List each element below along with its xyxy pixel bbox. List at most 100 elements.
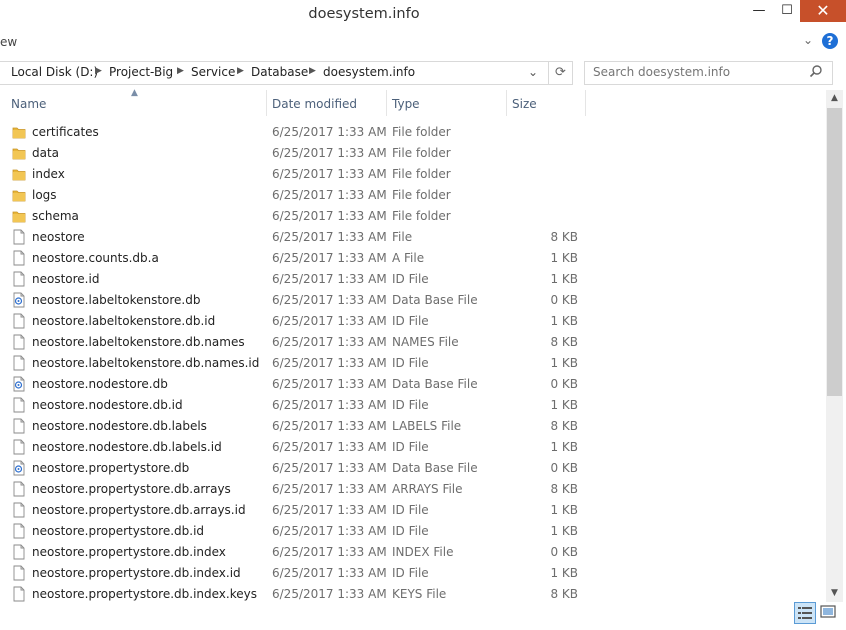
file-type: File folder: [392, 146, 451, 160]
file-size: 1 KB: [550, 314, 578, 328]
file-size: 8 KB: [550, 482, 578, 496]
file-size: 1 KB: [550, 251, 578, 265]
file-row[interactable]: neostore.nodestore.db 6/25/2017 1:33 AM Da…: [0, 374, 590, 395]
file-date-modified: 6/25/2017 1:33 AM: [272, 440, 387, 454]
file-icon: [12, 439, 26, 455]
file-name: neostore.propertystore.db.index.id: [32, 566, 241, 580]
file-name: neostore.propertystore.db.id: [32, 524, 205, 538]
file-row[interactable]: neostore.id 6/25/2017 1:33 AM ID File 1 KB: [0, 269, 590, 290]
large-icons-view-button[interactable]: [818, 602, 838, 622]
file-size: 8 KB: [550, 587, 578, 601]
column-header-size[interactable]: Size: [512, 97, 537, 111]
file-row[interactable]: neostore.propertystore.db.id 6/25/2017 1:…: [0, 521, 590, 542]
address-bar[interactable]: Local Disk (D:) ▶ Project-Big ▶ Service …: [0, 61, 549, 85]
breadcrumb-separator-icon[interactable]: ▶: [309, 66, 316, 76]
folder-icon: [12, 124, 26, 140]
file-size: 0 KB: [550, 377, 578, 391]
file-row[interactable]: neostore.labeltokenstore.db 6/25/2017 1:3…: [0, 290, 590, 311]
file-name: neostore.propertystore.db.index: [32, 545, 226, 559]
file-row[interactable]: logs 6/25/2017 1:33 AM File folder: [0, 185, 590, 206]
column-divider[interactable]: [585, 90, 586, 116]
file-name: neostore.nodestore.db: [32, 377, 168, 391]
folder-icon: [12, 187, 26, 203]
file-row[interactable]: certificates 6/25/2017 1:33 AM File folder: [0, 122, 590, 143]
file-date-modified: 6/25/2017 1:33 AM: [272, 167, 387, 181]
maximize-button[interactable]: ☐: [772, 0, 802, 22]
breadcrumb-database[interactable]: Database: [251, 65, 308, 79]
file-size: 8 KB: [550, 230, 578, 244]
help-icon[interactable]: ?: [822, 33, 838, 49]
file-type: File: [392, 230, 413, 244]
file-row[interactable]: schema 6/25/2017 1:33 AM File folder: [0, 206, 590, 227]
file-row[interactable]: data 6/25/2017 1:33 AM File folder: [0, 143, 590, 164]
file-size: 8 KB: [550, 335, 578, 349]
breadcrumb-current-folder[interactable]: doesystem.info: [323, 65, 415, 79]
file-row[interactable]: neostore.propertystore.db.index 6/25/2017…: [0, 542, 590, 563]
file-date-modified: 6/25/2017 1:33 AM: [272, 188, 387, 202]
breadcrumb-separator-icon[interactable]: ▶: [177, 66, 184, 76]
minimize-button[interactable]: —: [744, 0, 774, 22]
file-row[interactable]: neostore.propertystore.db.index.id 6/25/2…: [0, 563, 590, 584]
file-date-modified: 6/25/2017 1:33 AM: [272, 272, 387, 286]
address-history-dropdown-icon[interactable]: ⌄: [528, 65, 538, 79]
file-row[interactable]: neostore.propertystore.db 6/25/2017 1:33 …: [0, 458, 590, 479]
file-row[interactable]: neostore.nodestore.db.labels 6/25/2017 1:…: [0, 416, 590, 437]
file-icon: [12, 544, 26, 560]
file-type: ID File: [392, 524, 429, 538]
search-input[interactable]: [593, 65, 803, 79]
breadcrumb-project-big[interactable]: Project-Big: [109, 65, 173, 79]
file-type: Data Base File: [392, 377, 478, 391]
file-row[interactable]: neostore.nodestore.db.labels.id 6/25/2017…: [0, 437, 590, 458]
file-date-modified: 6/25/2017 1:33 AM: [272, 125, 387, 139]
scroll-up-icon[interactable]: ▲: [826, 90, 843, 107]
file-date-modified: 6/25/2017 1:33 AM: [272, 419, 387, 433]
column-header-name[interactable]: Name: [11, 97, 46, 111]
file-row[interactable]: neostore.labeltokenstore.db.id 6/25/2017 …: [0, 311, 590, 332]
breadcrumb-separator-icon[interactable]: ▶: [237, 66, 244, 76]
breadcrumb-service[interactable]: Service: [191, 65, 235, 79]
folder-icon: [12, 208, 26, 224]
file-name: data: [32, 146, 60, 160]
file-type: File folder: [392, 167, 451, 181]
search-icon[interactable]: [809, 64, 823, 78]
ribbon-expand-icon[interactable]: ⌄: [803, 33, 813, 47]
window-title-wrap: doesystem.info: [0, 6, 846, 22]
file-icon: [12, 418, 26, 434]
file-row[interactable]: neostore.propertystore.db.arrays 6/25/201…: [0, 479, 590, 500]
file-icon: [12, 355, 26, 371]
file-icon: [12, 229, 26, 245]
file-row[interactable]: neostore.counts.db.a 6/25/2017 1:33 AM A F…: [0, 248, 590, 269]
details-view-icon: [798, 607, 812, 619]
vertical-scrollbar[interactable]: ▲ ▼: [826, 90, 843, 602]
ribbon-tab-view[interactable]: ew: [0, 35, 17, 49]
close-button[interactable]: ✕: [800, 0, 846, 22]
column-header-type[interactable]: Type: [392, 97, 420, 111]
column-header-date-modified[interactable]: Date modified: [272, 97, 357, 111]
column-divider[interactable]: [266, 90, 267, 116]
file-row[interactable]: index 6/25/2017 1:33 AM File folder: [0, 164, 590, 185]
search-box[interactable]: [584, 61, 833, 85]
file-type: ID File: [392, 356, 429, 370]
breadcrumb-separator-icon[interactable]: ▶: [95, 66, 102, 76]
refresh-button[interactable]: ⟳: [548, 61, 573, 85]
column-divider[interactable]: [506, 90, 507, 116]
file-row[interactable]: neostore.labeltokenstore.db.names.id 6/25…: [0, 353, 590, 374]
details-view-button[interactable]: [794, 602, 816, 624]
file-size: 8 KB: [550, 419, 578, 433]
file-date-modified: 6/25/2017 1:33 AM: [272, 146, 387, 160]
file-row[interactable]: neostore.propertystore.db.arrays.id 6/25/…: [0, 500, 590, 521]
file-type: LABELS File: [392, 419, 462, 433]
breadcrumb-local-disk[interactable]: Local Disk (D:): [11, 65, 98, 79]
scrollbar-thumb[interactable]: [827, 108, 842, 396]
scroll-down-icon[interactable]: ▼: [826, 585, 843, 602]
file-size: 1 KB: [550, 503, 578, 517]
file-name: neostore.nodestore.db.labels.id: [32, 440, 222, 454]
file-row[interactable]: neostore 6/25/2017 1:33 AM File 8 KB: [0, 227, 590, 248]
column-divider[interactable]: [386, 90, 387, 116]
file-icon: [12, 271, 26, 287]
file-row[interactable]: neostore.nodestore.db.id 6/25/2017 1:33 A…: [0, 395, 590, 416]
file-name: neostore.labeltokenstore.db.names.id: [32, 356, 260, 370]
file-type: ID File: [392, 314, 429, 328]
file-date-modified: 6/25/2017 1:33 AM: [272, 377, 387, 391]
file-row[interactable]: neostore.labeltokenstore.db.names 6/25/20…: [0, 332, 590, 353]
